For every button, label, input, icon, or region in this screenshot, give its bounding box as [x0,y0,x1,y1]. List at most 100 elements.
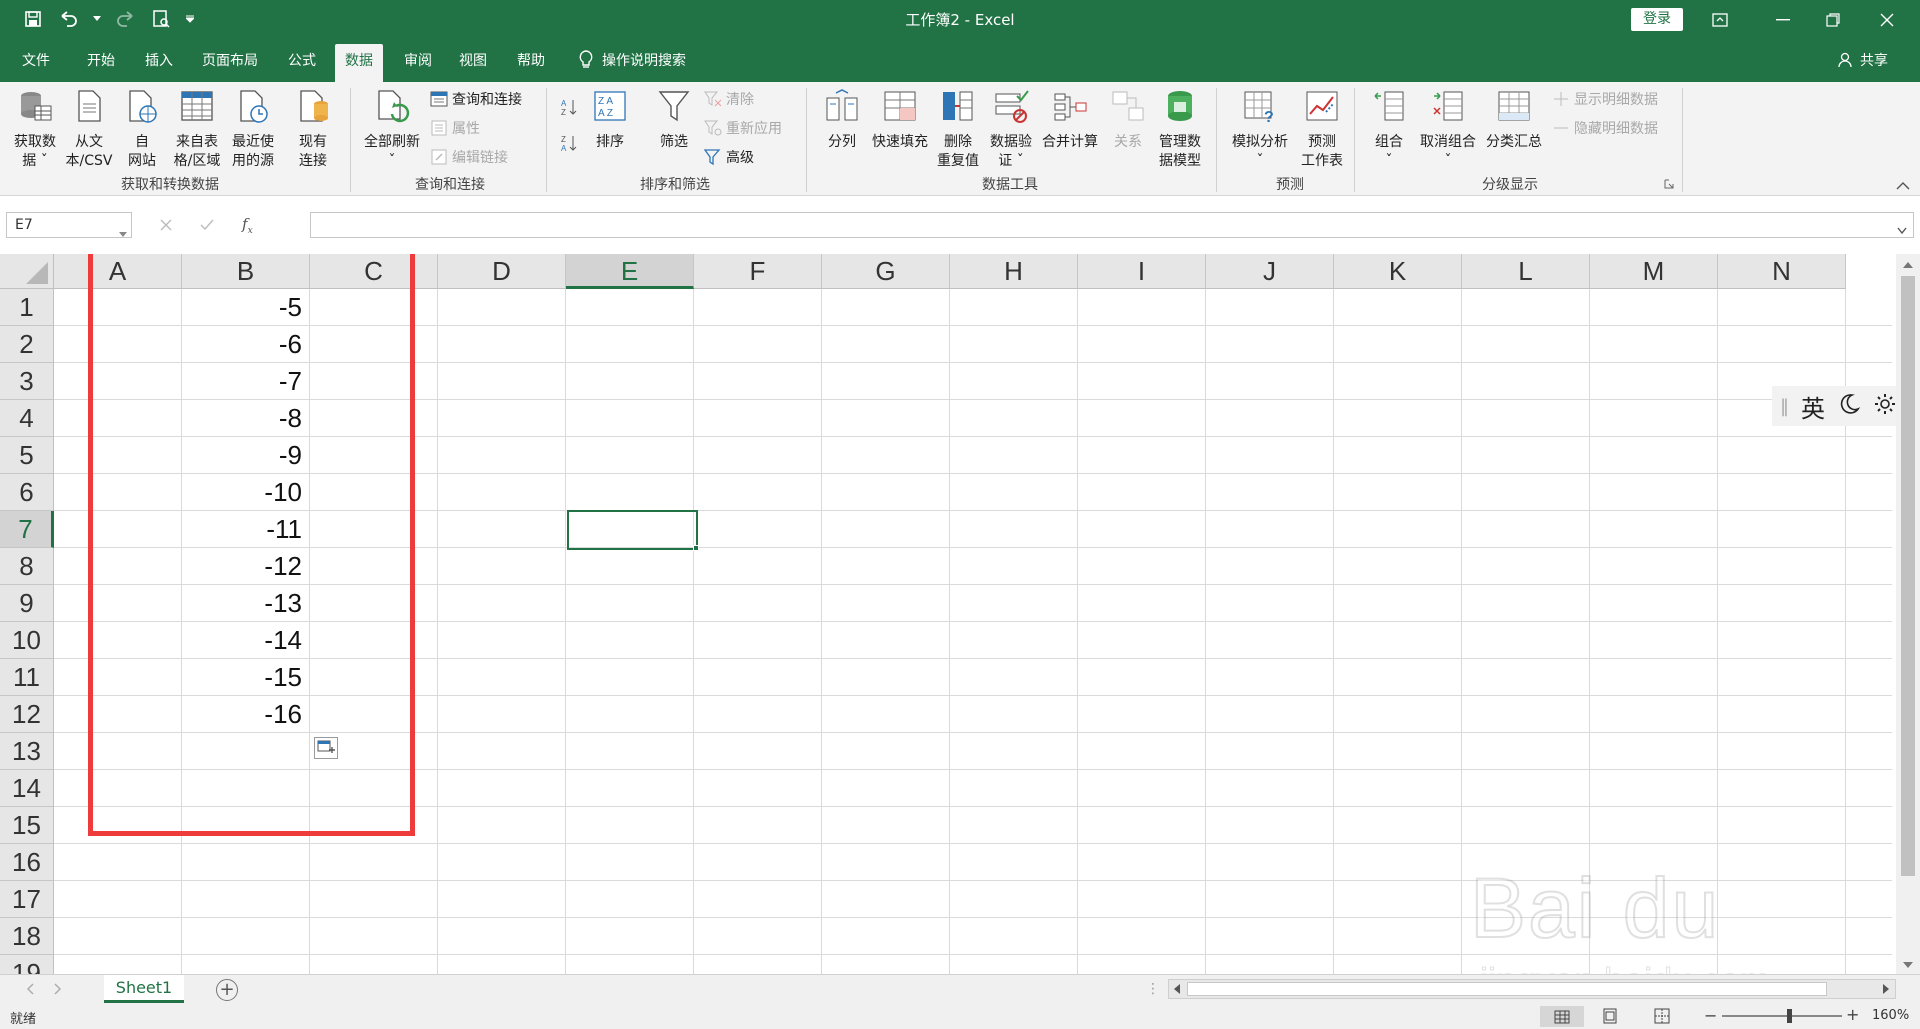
get-data-button[interactable]: 获取数 据 ˇ [10,88,60,171]
scroll-up-icon[interactable] [1902,258,1914,274]
vertical-scrollbar[interactable] [1896,254,1920,974]
horizontal-scroll-thumb[interactable] [1187,982,1827,996]
row-header-15[interactable]: 15 [0,807,54,844]
zoom-slider[interactable] [1722,1009,1842,1023]
column-header-e[interactable]: E [566,254,694,289]
what-if-analysis-button[interactable]: ? 模拟分析 ˇ [1228,88,1292,171]
zoom-out-icon[interactable]: − [1704,1006,1717,1025]
tab-help[interactable]: 帮助 [517,50,545,72]
subtotal-button[interactable]: 分类汇总 [1482,88,1546,152]
name-box-dropdown-icon[interactable] [119,222,127,246]
flash-fill-button[interactable]: 快速填充 [868,88,932,152]
refresh-all-button[interactable]: 全部刷新 ˇ [360,88,424,171]
advanced-filter-button[interactable]: 高级 [704,146,754,168]
tab-formulas[interactable]: 公式 [288,50,316,72]
insert-function-icon[interactable]: fx [242,215,253,236]
row-header-18[interactable]: 18 [0,918,54,955]
outline-settings-launcher-icon[interactable] [1664,178,1674,190]
hscroll-splitter-icon[interactable]: ⋮ [1146,981,1160,997]
text-to-columns-button[interactable]: 分列 [820,88,864,152]
enter-formula-icon[interactable] [200,216,214,235]
tab-insert[interactable]: 插入 [145,50,173,72]
column-header-i[interactable]: I [1078,254,1206,289]
tab-file[interactable]: 文件 [22,50,50,72]
close-icon[interactable] [1864,0,1910,40]
tab-review[interactable]: 审阅 [404,50,432,72]
row-header-8[interactable]: 8 [0,548,54,585]
row-header-13[interactable]: 13 [0,733,54,770]
consolidate-button[interactable]: 合并计算 [1040,88,1100,152]
row-header-2[interactable]: 2 [0,326,54,363]
tab-data[interactable]: 数据 [335,44,383,82]
column-header-k[interactable]: K [1334,254,1462,289]
from-web-button[interactable]: 自 网站 [124,88,160,171]
ime-mode-toggle[interactable]: 英 [1801,389,1825,424]
recent-sources-button[interactable]: 最近使 用的源 [226,88,280,171]
sort-button[interactable]: Z AA Z 排序 [590,88,630,152]
column-header-j[interactable]: J [1206,254,1334,289]
row-header-9[interactable]: 9 [0,585,54,622]
row-header-10[interactable]: 10 [0,622,54,659]
horizontal-scrollbar[interactable] [1168,979,1896,999]
reapply-button[interactable]: 重新应用 [704,117,782,139]
row-header-14[interactable]: 14 [0,770,54,807]
row-header-4[interactable]: 4 [0,400,54,437]
row-header-7[interactable]: 7 [0,511,54,548]
manage-data-model-button[interactable]: 管理数 据模型 [1154,88,1206,171]
row-header-16[interactable]: 16 [0,844,54,881]
scroll-right-icon[interactable] [1881,983,1891,999]
page-break-view-icon[interactable] [1654,1008,1670,1028]
row-header-17[interactable]: 17 [0,881,54,918]
restore-icon[interactable] [1810,0,1856,40]
edit-links-button[interactable]: 编辑链接 [430,146,508,168]
column-header-m[interactable]: M [1590,254,1718,289]
hide-detail-button[interactable]: 隐藏明细数据 [1552,117,1658,139]
relationships-button[interactable]: 关系 [1106,88,1150,152]
column-header-n[interactable]: N [1718,254,1846,289]
zoom-slider-thumb[interactable] [1787,1009,1792,1023]
share-button[interactable]: 共享 [1838,50,1888,70]
sheet-tab-sheet1[interactable]: Sheet1 [104,975,184,1003]
row-header-1[interactable]: 1 [0,289,54,326]
properties-button[interactable]: 属性 [430,117,480,139]
ime-drag-handle-icon[interactable]: ‖ [1780,396,1789,417]
page-layout-view-icon[interactable] [1602,1008,1618,1028]
fill-handle[interactable] [693,545,699,551]
column-header-h[interactable]: H [950,254,1078,289]
clear-filter-button[interactable]: 清除 [704,88,754,110]
column-header-g[interactable]: G [822,254,950,289]
existing-connections-button[interactable]: 现有 连接 [292,88,334,171]
formula-input[interactable] [310,212,1914,238]
minimize-icon[interactable] [1760,0,1806,40]
data-validation-button[interactable]: 数据验 证 ˇ [986,88,1036,171]
next-sheet-icon[interactable] [54,983,62,999]
row-header-3[interactable]: 3 [0,363,54,400]
tab-page-layout[interactable]: 页面布局 [202,50,258,72]
tab-home[interactable]: 开始 [87,50,115,72]
prev-sheet-icon[interactable] [26,983,34,999]
row-header-12[interactable]: 12 [0,696,54,733]
queries-connections-button[interactable]: 查询和连接 [430,88,522,110]
forecast-sheet-button[interactable]: 预测 工作表 [1296,88,1348,171]
row-header-5[interactable]: 5 [0,437,54,474]
group-button[interactable]: 组合 ˇ [1368,88,1410,171]
expand-formula-bar-icon[interactable] [1897,222,1907,238]
from-table-button[interactable]: 来自表 格/区域 [170,88,224,171]
show-detail-button[interactable]: 显示明细数据 [1552,88,1658,110]
ime-settings-gear-icon[interactable] [1873,392,1897,420]
row-header-6[interactable]: 6 [0,474,54,511]
ribbon-display-options-icon[interactable] [1697,0,1743,40]
row-header-11[interactable]: 11 [0,659,54,696]
vertical-scroll-thumb[interactable] [1901,276,1915,876]
column-header-l[interactable]: L [1462,254,1590,289]
sort-descending-button[interactable]: ZA [560,132,578,154]
remove-duplicates-button[interactable]: 删除 重复值 [934,88,982,171]
tab-view[interactable]: 视图 [459,50,487,72]
select-all-corner[interactable] [0,254,54,289]
collapse-ribbon-icon[interactable] [1896,180,1910,192]
login-button[interactable]: 登录 [1631,8,1683,31]
tell-me-search[interactable]: 操作说明搜索 [578,50,686,70]
add-sheet-icon[interactable]: + [216,979,238,1001]
cancel-formula-icon[interactable] [160,216,172,235]
scroll-down-icon[interactable] [1902,958,1914,974]
